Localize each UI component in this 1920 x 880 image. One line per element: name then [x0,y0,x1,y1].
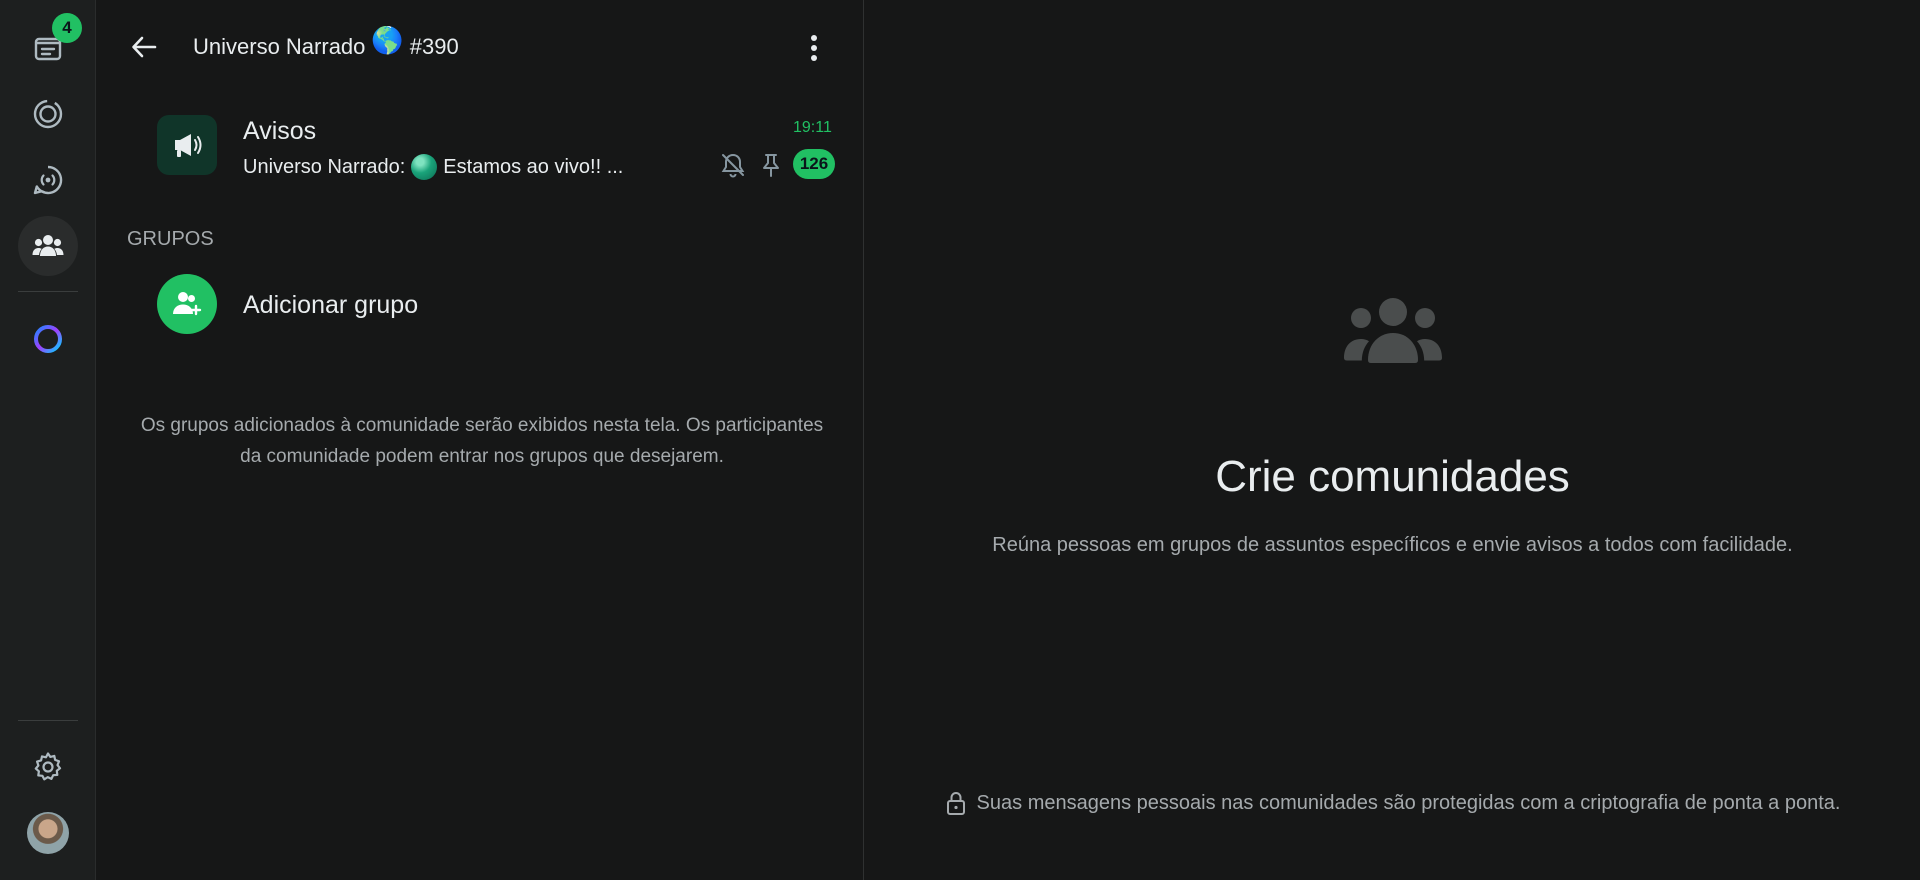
community-name: Universo Narrado [193,34,366,59]
megaphone-icon [175,134,202,157]
more-vertical-icon [811,35,817,61]
rail-divider [18,291,78,292]
arrow-left-icon [132,36,157,58]
globe-emoji: 🌎 [371,26,404,56]
left-rail: 4 [0,0,96,880]
back-button[interactable] [124,27,164,67]
settings-icon [34,752,62,781]
communities-illustration-icon [1344,298,1442,363]
encryption-note: Suas mensagens pessoais nas comunidades … [865,790,1920,816]
chats-unread-badge: 4 [52,13,82,43]
lock-icon [946,792,965,815]
add-group-button[interactable]: Adicionar grupo [157,274,837,338]
add-group-icon [173,292,202,316]
groups-section-header: GRUPOS [127,228,214,250]
empty-state-pane: Crie comunidades Reúna pessoas em grupos… [865,0,1920,880]
whatsapp-window: 4 Universo Narrado 🌎 #390 Avisos 19:11 U… [0,0,1920,880]
announcements-name: Avisos [243,117,317,145]
community-panel: Universo Narrado 🌎 #390 Avisos 19:11 Uni… [97,0,864,880]
announcements-time: 19:11 [793,119,832,136]
rail-divider [18,720,78,721]
status-button[interactable] [18,84,78,144]
preview-sender: Universo Narrado: [243,155,406,178]
empty-state-subtitle: Reúna pessoas em grupos de assuntos espe… [992,534,1793,556]
preview-text: Estamos ao vivo!! ... [443,155,624,178]
muted-bell-icon [721,153,745,178]
communities-icon [32,235,64,256]
announcements-avatar [157,115,217,175]
green-circle-emoji [411,154,438,180]
profile-avatar[interactable] [27,812,69,854]
channels-icon [33,165,63,195]
status-icon [33,99,63,129]
groups-info-text: Os grupos adicionados à comunidade serão… [140,415,824,467]
add-group-label: Adicionar grupo [243,291,419,319]
message-preview: Universo Narrado: Estamos ao vivo!! ... [243,154,623,180]
community-suffix: #390 [409,34,459,59]
meta-ai-button[interactable] [18,309,78,369]
community-title: Universo Narrado 🌎 #390 [193,26,459,60]
announcements-row[interactable]: Avisos 19:11 Universo Narrado: Estamos a… [157,105,837,185]
meta-ai-icon [34,325,62,353]
menu-button[interactable] [799,30,829,66]
settings-button[interactable] [18,737,78,797]
empty-state-title: Crie comunidades [1215,452,1570,501]
unread-count-badge: 126 [793,149,835,179]
channels-button[interactable] [18,150,78,210]
communities-button[interactable] [18,216,78,276]
pin-icon [763,154,779,177]
add-group-avatar [157,274,217,334]
encryption-note-text: Suas mensagens pessoais nas comunidades … [976,791,1841,814]
